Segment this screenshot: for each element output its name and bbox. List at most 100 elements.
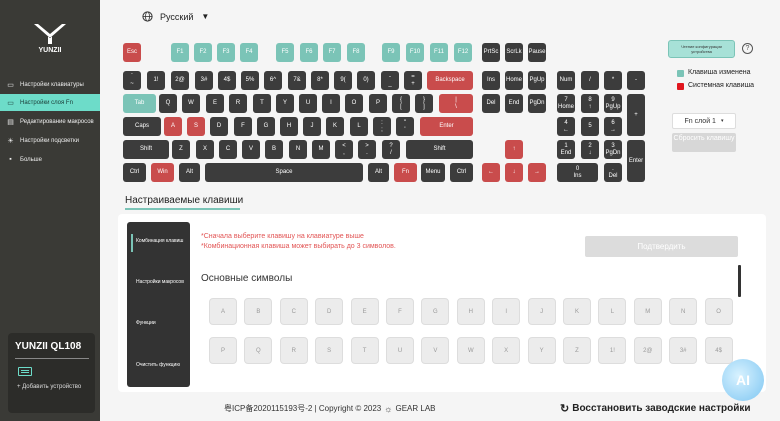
key[interactable]: F12 <box>454 43 472 62</box>
key[interactable]: C <box>219 140 237 159</box>
symbol-key[interactable]: G <box>421 298 450 325</box>
key[interactable]: Shift <box>406 140 473 159</box>
key[interactable]: Fn <box>394 163 417 182</box>
key[interactable]: S <box>187 117 205 136</box>
key[interactable]: { [ <box>392 94 410 113</box>
key[interactable]: W <box>182 94 200 113</box>
category-clear-function[interactable]: Очистить функцию <box>127 362 190 368</box>
key[interactable]: Y <box>276 94 294 113</box>
key[interactable]: Shift <box>123 140 169 159</box>
key[interactable]: Enter <box>627 140 645 182</box>
key[interactable]: 2 ↓ <box>581 140 599 159</box>
key[interactable]: E <box>206 94 224 113</box>
key[interactable]: 4 ← <box>557 117 575 136</box>
key[interactable]: Caps <box>123 117 161 136</box>
key[interactable]: F11 <box>430 43 448 62</box>
key[interactable]: | \ <box>439 94 473 113</box>
tab-custom-keys[interactable]: Настраиваемые клавиши <box>125 195 243 206</box>
key[interactable]: < , <box>335 140 353 159</box>
symbol-key[interactable]: R <box>279 337 308 364</box>
symbol-key[interactable]: Z <box>563 337 591 364</box>
help-icon[interactable]: ? <box>742 43 753 54</box>
symbol-key[interactable]: Q <box>244 337 273 364</box>
key[interactable]: F8 <box>347 43 365 62</box>
key[interactable]: 3 PgDn <box>604 140 622 159</box>
key[interactable]: Pause <box>528 43 546 62</box>
key[interactable]: ` ~ <box>123 71 141 90</box>
sidebar-item-lighting[interactable]: ☀ Настройки подсветки <box>0 132 100 149</box>
key[interactable]: * <box>604 71 622 90</box>
symbol-key[interactable]: D <box>315 298 344 325</box>
category-macro-settings[interactable]: Настройки макросов <box>127 279 190 285</box>
key[interactable]: Ctrl <box>450 163 473 182</box>
symbol-key[interactable]: U <box>386 337 414 364</box>
key[interactable]: Win <box>151 163 174 182</box>
key[interactable]: ScrLk <box>505 43 523 62</box>
symbol-key[interactable]: W <box>456 337 485 364</box>
symbol-key[interactable]: T <box>350 337 379 364</box>
key[interactable]: D <box>210 117 228 136</box>
key[interactable]: U <box>299 94 317 113</box>
key[interactable]: K <box>326 117 344 136</box>
ai-assistant-icon[interactable]: AI <box>722 359 764 401</box>
key[interactable]: Ins <box>482 71 500 90</box>
symbol-key[interactable]: F <box>386 298 414 325</box>
key[interactable]: 0) <box>357 71 375 90</box>
key[interactable]: . Del <box>604 163 622 182</box>
read-device-config-button[interactable]: Чтение конфигурации устройства <box>668 40 735 58</box>
key[interactable]: I <box>322 94 340 113</box>
key[interactable]: 7& <box>288 71 306 90</box>
key[interactable]: PgUp <box>528 71 546 90</box>
key[interactable]: P <box>369 94 387 113</box>
fn-layer-select[interactable]: Fn слой 1 ▾ <box>672 113 736 129</box>
symbol-key[interactable]: S <box>315 337 344 364</box>
key[interactable]: F9 <box>382 43 400 62</box>
key[interactable]: X <box>196 140 214 159</box>
key[interactable]: Enter <box>420 117 473 136</box>
sidebar-item-keyboard-settings[interactable]: ▭ Настройки клавиатуры <box>0 76 100 93</box>
key[interactable]: = + <box>404 71 422 90</box>
key[interactable]: : ; <box>373 117 391 136</box>
key[interactable]: A <box>164 117 182 136</box>
key[interactable]: Esc <box>123 43 141 62</box>
symbol-key[interactable]: 3# <box>669 337 698 364</box>
symbol-key[interactable]: 2@ <box>633 337 662 364</box>
key[interactable]: B <box>265 140 283 159</box>
key[interactable]: Num <box>557 71 575 90</box>
symbol-key[interactable]: E <box>350 298 379 325</box>
key[interactable]: F1 <box>171 43 189 62</box>
key[interactable]: T <box>253 94 271 113</box>
key[interactable]: 8 ↑ <box>581 94 599 113</box>
key[interactable]: F7 <box>323 43 341 62</box>
symbol-key[interactable]: K <box>563 298 591 325</box>
symbol-key[interactable]: 1! <box>598 337 627 364</box>
confirm-button[interactable]: Подтвердить <box>585 236 738 257</box>
language-selector[interactable]: Русский ▼ <box>142 11 209 22</box>
key[interactable]: R <box>229 94 247 113</box>
symbol-key[interactable]: X <box>492 337 521 364</box>
symbol-key[interactable]: L <box>598 298 627 325</box>
key[interactable]: ↑ <box>505 140 523 159</box>
symbol-key[interactable]: O <box>704 298 733 325</box>
key[interactable]: Alt <box>179 163 200 182</box>
key[interactable]: } ] <box>415 94 433 113</box>
key[interactable]: 8* <box>311 71 329 90</box>
symbol-key[interactable]: C <box>279 298 308 325</box>
key[interactable]: F6 <box>300 43 318 62</box>
symbol-key[interactable]: B <box>244 298 273 325</box>
factory-reset-button[interactable]: ↻ Восстановить заводские настройки <box>560 402 751 415</box>
key[interactable]: V <box>242 140 260 159</box>
key[interactable]: - _ <box>381 71 399 90</box>
key[interactable]: / <box>581 71 599 90</box>
key[interactable]: 4$ <box>218 71 236 90</box>
key[interactable]: Del <box>482 94 500 113</box>
key[interactable]: 3# <box>195 71 213 90</box>
key[interactable]: Home <box>505 71 523 90</box>
key[interactable]: 5% <box>241 71 259 90</box>
symbol-key[interactable]: A <box>209 298 237 325</box>
category-functions[interactable]: Функции <box>127 320 190 326</box>
key[interactable]: 7 Home <box>557 94 575 113</box>
key[interactable]: F5 <box>276 43 294 62</box>
key[interactable]: PgDn <box>528 94 546 113</box>
symbol-key[interactable]: H <box>456 298 485 325</box>
